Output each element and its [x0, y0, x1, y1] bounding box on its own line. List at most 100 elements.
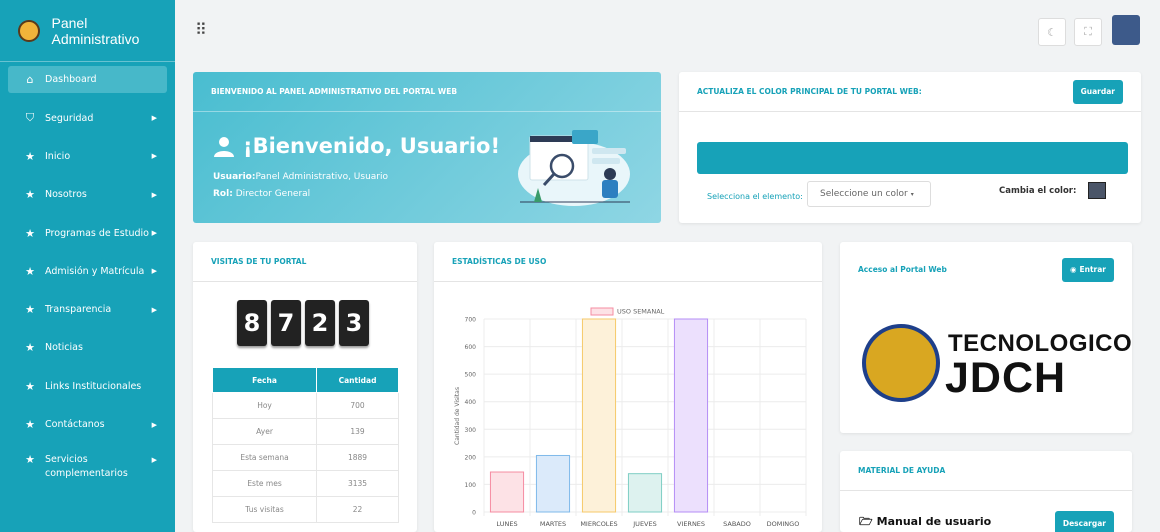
user-icon: [214, 137, 234, 157]
sidebar-item-noticias[interactable]: ★ Noticias: [0, 329, 175, 367]
download-button[interactable]: Descargar: [1054, 511, 1114, 532]
date-cell: Este mes: [211, 470, 318, 497]
counter-digit: 8: [237, 300, 267, 346]
x-tick-label: VIERNES: [677, 520, 705, 528]
chevron-right-icon: ▶: [151, 114, 157, 123]
enter-label: Entrar: [1079, 265, 1106, 274]
sidebar-item-label: Inicio: [45, 150, 71, 162]
help-material-card: MATERIAL DE AYUDA 🗁 Manual de usuario Des…: [840, 451, 1132, 532]
color-select[interactable]: Seleccione un color ▾: [807, 181, 931, 207]
apps-grid-icon[interactable]: ⠿: [195, 20, 207, 39]
counter-digit: 2: [305, 300, 335, 346]
count-cell: 700: [316, 392, 399, 419]
tecnologico-logo: [862, 324, 940, 402]
home-icon: ⌂: [26, 73, 34, 86]
welcome-title-text: ¡Bienvenido, Usuario!: [243, 134, 501, 158]
counter-digit: 7: [271, 300, 301, 346]
sidebar-item-dashboard[interactable]: ⌂ Dashboard: [8, 66, 167, 93]
fullscreen-button[interactable]: ⛶: [1074, 18, 1102, 46]
color-picker-swatch[interactable]: [1088, 182, 1106, 199]
column-header-cantidad: Cantidad: [316, 367, 399, 393]
star-icon: ★: [25, 452, 35, 466]
fullscreen-icon: ⛶: [1084, 25, 1092, 38]
y-tick-label: 600: [465, 344, 477, 351]
sidebar-nav: ⌂ Dashboard ⛉ Seguridad ▶ ★ Inicio ▶ ★ Nosotros ▶ ★…: [0, 62, 175, 492]
institute-logo: [18, 19, 40, 42]
sidebar-item-transparencia[interactable]: ★ Transparencia ▶: [0, 290, 175, 328]
sidebar: Panel Administrativo ⌂ Dashboard ⛉ Segurida…: [0, 0, 175, 532]
welcome-role-line: Rol: Director General: [213, 189, 310, 199]
sidebar-item-label: Contáctanos: [45, 419, 105, 431]
help-card-title: MATERIAL DE AYUDA: [858, 466, 946, 475]
element-select-label: Selecciona el elemento:: [707, 192, 803, 201]
access-card-header: Acceso al Portal Web ◉ Entrar: [840, 242, 1132, 297]
sidebar-item-programas-de-estudio[interactable]: ★ Programas de Estudio ▶: [0, 214, 175, 252]
sidebar-item-label: Admisión y Matrícula: [45, 265, 145, 277]
portal-access-card: Acceso al Portal Web ◉ Entrar TECNOLOGICO…: [840, 242, 1132, 433]
star-icon: ★: [25, 149, 35, 163]
x-tick-label: MARTES: [540, 520, 566, 528]
bar-viernes: [673, 318, 709, 513]
visit-counter: 8723: [237, 300, 369, 346]
usage-stats-card: ESTADÍSTICAS DE USO 0 100 200 300 400 500 600 7…: [434, 242, 822, 532]
sidebar-item-links-institucionales[interactable]: ★ Links Institucionales: [0, 367, 175, 405]
user-label: Usuario:: [213, 172, 256, 182]
bar-lunes: [489, 471, 525, 513]
table-row: Esta semana 1889: [211, 444, 399, 471]
eye-icon: ◉: [1069, 265, 1077, 274]
sidebar-item-contáctanos[interactable]: ★ Contáctanos ▶: [0, 405, 175, 443]
star-icon: ★: [25, 188, 35, 202]
usage-bar-chart: 0 100 200 300 400 500 600 700 LUNES MARTES MIERCOL…: [454, 307, 807, 528]
count-cell: 1889: [316, 444, 399, 471]
shield-icon: ⛉: [25, 111, 35, 125]
sidebar-item-label: Seguridad: [45, 112, 94, 124]
star-icon: ★: [25, 264, 35, 278]
manual-label: Manual de usuario: [876, 515, 992, 528]
x-tick-label: SABADO: [723, 520, 751, 528]
sidebar-item-nosotros[interactable]: ★ Nosotros ▶: [0, 176, 175, 214]
brand[interactable]: Panel Administrativo: [0, 0, 175, 62]
star-icon: ★: [25, 226, 35, 240]
role-value: Director General: [235, 189, 311, 199]
x-tick-label: JUEVES: [632, 520, 656, 528]
dark-mode-toggle[interactable]: ☾: [1038, 18, 1066, 46]
access-card-title: Acceso al Portal Web: [858, 265, 947, 274]
save-button[interactable]: Guardar: [1072, 79, 1123, 104]
color-select-value: Seleccione un color: [820, 189, 908, 199]
color-preview-bar: [697, 142, 1128, 174]
sidebar-item-label: Nosotros: [45, 189, 87, 201]
sidebar-item-label: Transparencia: [45, 304, 112, 316]
sidebar-item-servicios-complementarios[interactable]: ★ Servicios complementarios ▶: [0, 444, 175, 492]
sidebar-item-admisión-y-matrícula[interactable]: ★ Admisión y Matrícula ▶: [0, 252, 175, 290]
y-tick-label: 700: [465, 317, 477, 324]
visits-card-title: VISITAS DE TU PORTAL: [211, 257, 307, 266]
chevron-right-icon: ▶: [151, 455, 157, 464]
x-tick-label: MIERCOLES: [580, 520, 617, 528]
y-tick-label: 0: [472, 510, 476, 517]
main-area: ⠿ ☾ ⛶ BIENVENIDO AL PANEL ADMINISTRATIVO…: [175, 0, 1160, 532]
y-tick-label: 500: [465, 372, 477, 379]
date-cell: Ayer: [211, 418, 318, 445]
count-cell: 3135: [316, 470, 399, 497]
visits-card: VISITAS DE TU PORTAL 8723 Fecha Cantidad…: [193, 242, 417, 532]
y-tick-label: 200: [465, 454, 477, 461]
y-axis-label: Cantidad de Visitas: [454, 387, 461, 445]
count-cell: 22: [316, 496, 399, 523]
star-icon: ★: [25, 303, 35, 317]
change-color-label: Cambia el color:: [999, 186, 1077, 196]
sidebar-item-inicio[interactable]: ★ Inicio ▶: [0, 137, 175, 175]
user-avatar[interactable]: [1112, 15, 1140, 45]
manual-item: 🗁 Manual de usuario: [859, 513, 991, 532]
count-cell: 139: [316, 418, 399, 445]
star-icon: ★: [25, 341, 35, 355]
sidebar-item-seguridad[interactable]: ⛉ Seguridad ▶: [0, 99, 175, 137]
y-tick-label: 100: [465, 482, 477, 489]
date-cell: Tus visitas: [211, 496, 318, 523]
moon-icon: ☾: [1047, 25, 1057, 39]
folder-open-icon: 🗁: [859, 515, 873, 528]
institute-name-line2: JDCH: [945, 354, 1067, 402]
help-card-header: MATERIAL DE AYUDA: [840, 451, 1132, 491]
enter-button[interactable]: ◉ Entrar: [1061, 257, 1114, 282]
stats-card-header: ESTADÍSTICAS DE USO: [434, 242, 822, 282]
x-tick-label: DOMINGO: [767, 520, 800, 528]
